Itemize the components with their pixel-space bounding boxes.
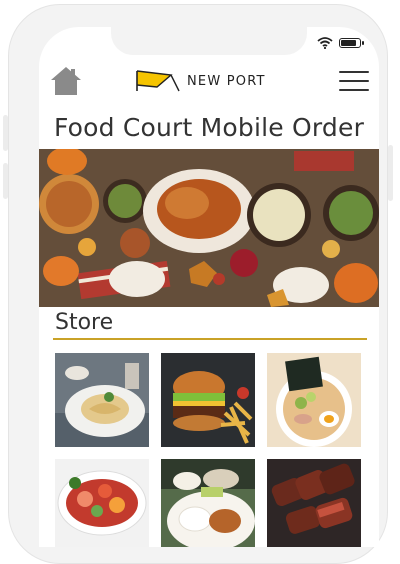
store-item-ramen[interactable] <box>267 353 361 447</box>
store-heading: Store <box>55 310 114 335</box>
hero-image <box>39 149 379 307</box>
battery-fill <box>341 40 356 46</box>
top-navigation: NEW PORT <box>39 63 379 109</box>
home-icon[interactable] <box>49 65 83 97</box>
store-item-pasta[interactable] <box>55 353 149 447</box>
screen: NEW PORT Food Court Mobile Order Store <box>39 27 379 547</box>
wifi-icon <box>317 37 333 49</box>
notch <box>111 27 307 55</box>
store-item-poke-bowl[interactable] <box>55 459 149 547</box>
battery-icon <box>339 38 364 48</box>
brand-logo[interactable]: NEW PORT <box>135 69 266 93</box>
hamburger-menu-icon[interactable] <box>339 71 369 93</box>
brand-name: NEW PORT <box>187 73 266 89</box>
store-item-steak[interactable] <box>267 459 361 547</box>
phone-side-button <box>3 163 8 199</box>
phone-side-button <box>3 115 8 151</box>
page-title: Food Court Mobile Order <box>53 113 365 142</box>
flag-logo-icon <box>136 70 180 92</box>
store-item-rice-plate[interactable] <box>161 459 255 547</box>
phone-side-button <box>388 145 393 201</box>
store-item-burger[interactable] <box>161 353 255 447</box>
status-bar <box>317 37 364 49</box>
store-heading-underline <box>53 338 367 340</box>
phone-frame: NEW PORT Food Court Mobile Order Store <box>3 4 393 564</box>
